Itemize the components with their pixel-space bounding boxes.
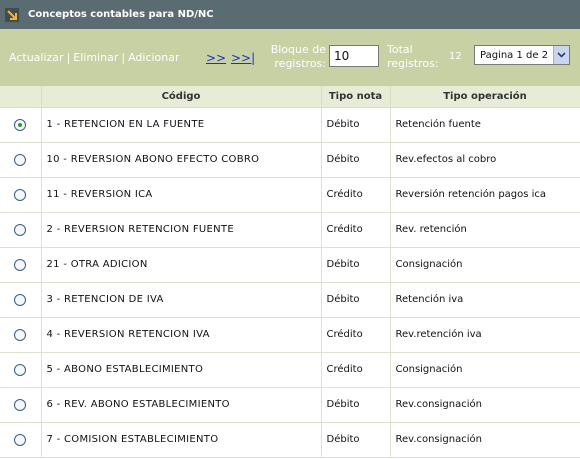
tipo-nota-cell: Débito — [321, 387, 391, 423]
table-row[interactable]: 3 - RETENCION DE IVA Débito Retención iva — [0, 282, 580, 318]
codigo-cell: 2 - REVERSION RETENCION FUENTE — [41, 212, 322, 248]
tipo-nota-cell: Crédito — [321, 177, 391, 213]
actualizar-link[interactable]: Actualizar — [9, 51, 64, 64]
tipo-operacion-cell: Consignación — [390, 352, 580, 388]
arrow-down-right-icon — [2, 0, 22, 29]
row-radio-button[interactable] — [14, 223, 27, 236]
title-bar: Conceptos contables para ND/NC — [0, 0, 580, 29]
tipo-nota-cell: Crédito — [321, 352, 391, 388]
tipo-nota-cell: Débito — [321, 282, 391, 318]
table-row[interactable]: 4 - REVERSION RETENCION IVA Crédito Rev.re… — [0, 317, 580, 353]
row-select-cell — [0, 282, 42, 318]
tipo-nota-cell: Débito — [321, 107, 391, 143]
codigo-cell: 4 - REVERSION RETENCION IVA — [41, 317, 322, 353]
page-select-value: Pagina 1 de 2 — [480, 49, 549, 61]
tipo-operacion-cell: Rev. retención — [390, 212, 580, 248]
last-page-link[interactable]: >>| — [231, 51, 255, 65]
total-registros-label: Total registros: — [387, 43, 439, 70]
codigo-cell: 1 - RETENCION EN LA FUENTE — [41, 107, 322, 143]
table-row[interactable]: 1 - RETENCION EN LA FUENTE Débito Retenció… — [0, 107, 580, 143]
table-row[interactable]: 6 - REV. ABONO ESTABLECIMIENTO Débito Rev.… — [0, 387, 580, 423]
tipo-operacion-cell: Rev.efectos al cobro — [390, 142, 580, 178]
row-select-cell — [0, 142, 42, 178]
tipo-nota-cell: Crédito — [321, 317, 391, 353]
tipo-operacion-cell: Consignación — [390, 247, 580, 283]
tipo-operacion-column-header[interactable]: Tipo operación — [390, 86, 580, 108]
row-select-cell — [0, 212, 42, 248]
table-row[interactable]: 5 - ABONO ESTABLECIMIENTO Crédito Consigna… — [0, 352, 580, 388]
adicionar-link[interactable]: Adicionar — [128, 51, 179, 64]
row-select-cell — [0, 177, 42, 213]
codigo-cell: 10 - REVERSION ABONO EFECTO COBRO — [41, 142, 322, 178]
row-radio-button[interactable] — [14, 328, 27, 341]
row-select-cell — [0, 352, 42, 388]
total-registros-value: 12 — [449, 51, 462, 62]
next-page-link[interactable]: >> — [206, 51, 226, 65]
page-select[interactable]: Pagina 1 de 2 — [474, 45, 570, 65]
row-radio-button[interactable] — [14, 363, 27, 376]
tipo-operacion-cell: Retención fuente — [390, 107, 580, 143]
tipo-operacion-cell: Rev.consignación — [390, 387, 580, 423]
table-row[interactable]: 11 - REVERSION ICA Crédito Reversión reten… — [0, 177, 580, 213]
tipo-nota-cell: Débito — [321, 422, 391, 458]
row-radio-button[interactable] — [14, 293, 27, 306]
tipo-nota-cell: Crédito — [321, 212, 391, 248]
row-select-cell — [0, 422, 42, 458]
tipo-operacion-cell: Rev.consignación — [390, 422, 580, 458]
separator: | — [66, 51, 71, 64]
row-radio-button[interactable] — [14, 258, 27, 271]
codigo-column-header[interactable]: Código — [41, 86, 322, 108]
table-row[interactable]: 7 - COMISION ESTABLECIMIENTO Débito Rev.co… — [0, 422, 580, 458]
tipo-nota-cell: Débito — [321, 247, 391, 283]
tipo-nota-column-header[interactable]: Tipo nota — [321, 86, 391, 108]
tipo-operacion-cell: Rev.retención iva — [390, 317, 580, 353]
chevron-down-icon[interactable] — [553, 46, 569, 64]
row-select-cell — [0, 387, 42, 423]
table-row[interactable]: 2 - REVERSION RETENCION FUENTE Crédito Rev… — [0, 212, 580, 248]
toolbar: Actualizar | Eliminar | Adicionar >> >>| Blo… — [0, 29, 580, 86]
row-select-cell — [0, 247, 42, 283]
select-column-header — [0, 86, 42, 108]
row-select-cell — [0, 107, 42, 143]
bloque-registros-label: Bloque de registros: — [270, 43, 326, 70]
page-title: Conceptos contables para ND/NC — [28, 9, 214, 20]
codigo-cell: 21 - OTRA ADICION — [41, 247, 322, 283]
row-radio-button[interactable] — [14, 188, 27, 201]
tipo-nota-cell: Débito — [321, 142, 391, 178]
conceptos-table: Código Tipo nota Tipo operación 1 - RETE… — [0, 86, 580, 458]
row-radio-button[interactable] — [14, 398, 27, 411]
tipo-operacion-cell: Reversión retención pagos ica — [390, 177, 580, 213]
codigo-cell: 3 - RETENCION DE IVA — [41, 282, 322, 318]
row-radio-button[interactable] — [14, 153, 27, 166]
codigo-cell: 7 - COMISION ESTABLECIMIENTO — [41, 422, 322, 458]
eliminar-link[interactable]: Eliminar — [73, 51, 118, 64]
table-row[interactable]: 21 - OTRA ADICION Débito Consignación — [0, 247, 580, 283]
codigo-cell: 6 - REV. ABONO ESTABLECIMIENTO — [41, 387, 322, 423]
tipo-operacion-cell: Retención iva — [390, 282, 580, 318]
table-row[interactable]: 10 - REVERSION ABONO EFECTO COBRO Débito R… — [0, 142, 580, 178]
codigo-cell: 11 - REVERSION ICA — [41, 177, 322, 213]
action-links: Actualizar | Eliminar | Adicionar — [9, 51, 180, 64]
row-radio-button[interactable] — [14, 118, 27, 131]
separator: | — [121, 51, 126, 64]
bloque-registros-input[interactable] — [329, 45, 379, 67]
row-select-cell — [0, 317, 42, 353]
row-radio-button[interactable] — [14, 433, 27, 446]
table-header-row: Código Tipo nota Tipo operación — [0, 86, 580, 108]
codigo-cell: 5 - ABONO ESTABLECIMIENTO — [41, 352, 322, 388]
